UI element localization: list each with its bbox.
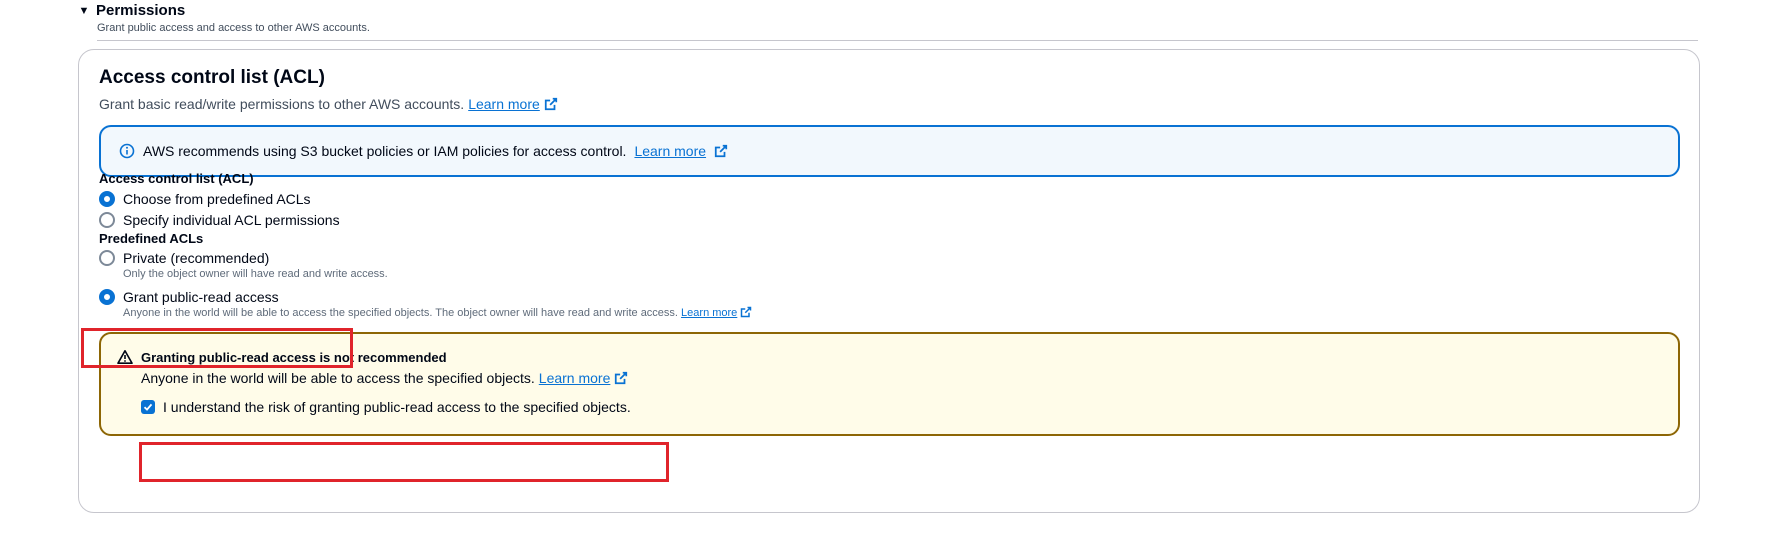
radio-description: Only the object owner will have read and… — [123, 268, 388, 280]
permissions-description: Grant public access and access to other … — [97, 22, 370, 34]
warning-text-content: Anyone in the world will be able to acce… — [141, 370, 535, 386]
info-alert: AWS recommends using S3 bucket policies … — [99, 125, 1680, 177]
radio-unselected-icon[interactable] — [99, 250, 115, 266]
radio-label: Choose from predefined ACLs — [123, 191, 311, 207]
radio-selected-icon[interactable] — [99, 289, 115, 305]
permissions-title: Permissions — [96, 2, 186, 19]
radio-label: Specify individual ACL permissions — [123, 212, 340, 228]
warning-learn-more-link[interactable]: Learn more — [539, 369, 611, 387]
acl-learn-more-link[interactable]: Learn more — [468, 95, 540, 113]
warning-title-text: Granting public-read access is not recom… — [141, 349, 447, 365]
acl-description-text: Grant basic read/write permissions to ot… — [99, 96, 465, 112]
caret-down-icon[interactable]: ▼ — [78, 2, 90, 20]
acl-field-label: Access control list (ACL) — [99, 171, 254, 186]
radio-specify-individual-acl[interactable]: Specify individual ACL permissions — [99, 211, 340, 229]
checkbox-checked-icon[interactable] — [141, 400, 155, 414]
section-divider — [97, 40, 1698, 41]
radio-selected-icon[interactable] — [99, 191, 115, 207]
info-learn-more-link[interactable]: Learn more — [634, 143, 706, 159]
external-link-icon[interactable] — [544, 97, 558, 111]
radio-description-text: Anyone in the world will be able to acce… — [123, 307, 678, 319]
predefined-acls-label: Predefined ACLs — [99, 231, 204, 246]
warning-title: Granting public-read access is not recom… — [117, 349, 447, 365]
radio-label: Grant public-read access — [123, 289, 279, 305]
permissions-section-header[interactable]: ▼ Permissions Grant public access and ac… — [78, 2, 1698, 35]
warning-text: Anyone in the world will be able to acce… — [141, 369, 628, 387]
acl-title: Access control list (ACL) — [99, 67, 325, 88]
acl-container: Access control list (ACL) Grant basic re… — [78, 49, 1700, 513]
external-link-icon[interactable] — [614, 371, 628, 385]
acl-description: Grant basic read/write permissions to ot… — [99, 95, 558, 113]
info-alert-text: AWS recommends using S3 bucket policies … — [143, 143, 627, 159]
radio-grant-public-read[interactable]: Grant public-read access — [99, 288, 279, 306]
radio-label: Private (recommended) — [123, 250, 270, 266]
radio-choose-predefined-acls[interactable]: Choose from predefined ACLs — [99, 190, 311, 208]
acknowledge-risk-checkbox[interactable]: I understand the risk of granting public… — [141, 399, 631, 415]
info-icon — [119, 143, 135, 159]
radio-private-recommended[interactable]: Private (recommended) — [99, 249, 269, 267]
checkbox-label: I understand the risk of granting public… — [163, 399, 631, 415]
warning-icon — [117, 350, 133, 364]
external-link-icon[interactable] — [740, 306, 752, 318]
warning-alert: Granting public-read access is not recom… — [99, 332, 1680, 436]
radio-description: Anyone in the world will be able to acce… — [123, 306, 752, 320]
external-link-icon[interactable] — [714, 144, 728, 158]
public-read-learn-more-link[interactable]: Learn more — [681, 307, 737, 319]
radio-unselected-icon[interactable] — [99, 212, 115, 228]
